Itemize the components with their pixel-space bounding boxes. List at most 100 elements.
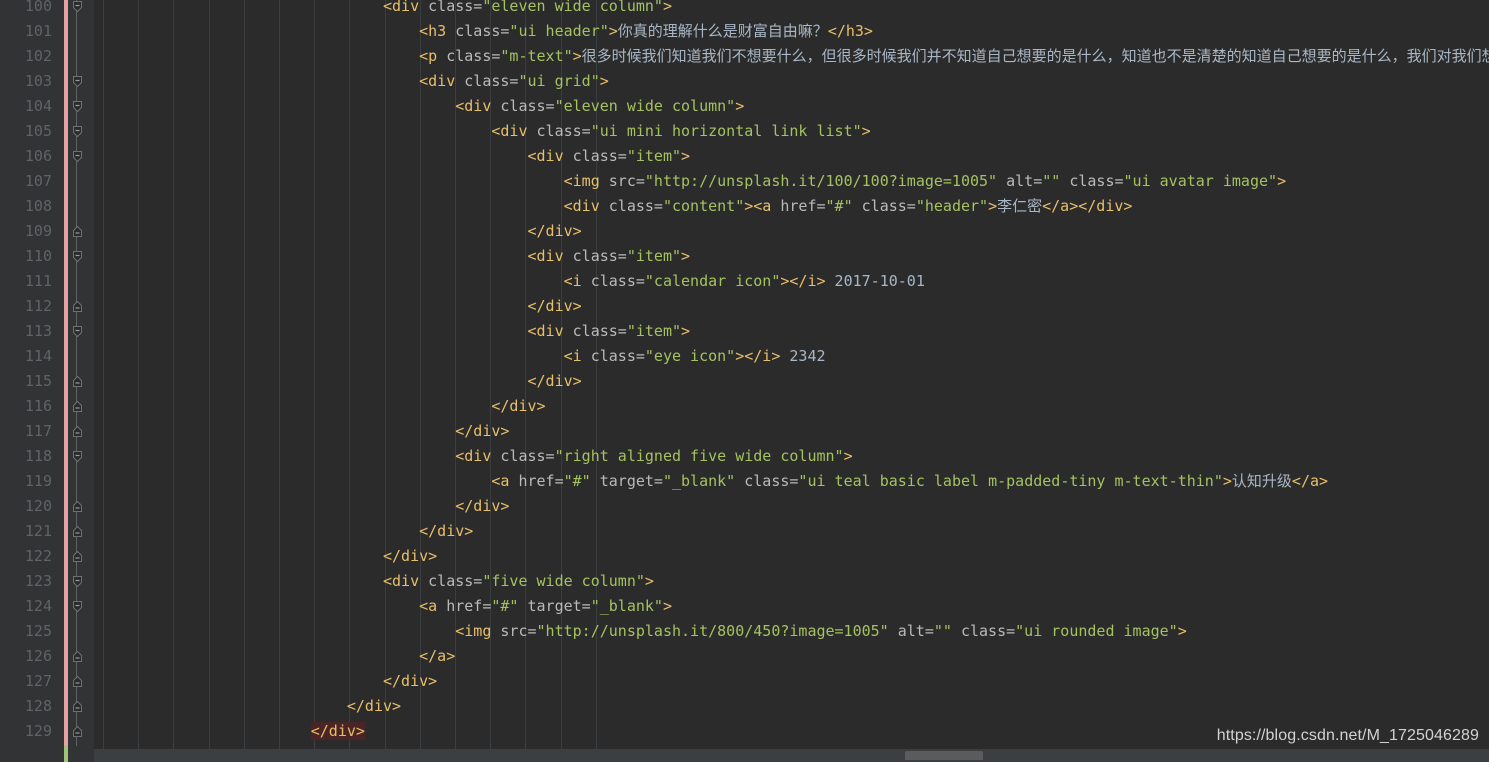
code-line[interactable]: <div class="content"><a href="#" class="…: [94, 194, 1489, 219]
fold-region-end-icon[interactable]: [70, 724, 85, 739]
line-content[interactable]: <div class="content"><a href="#" class="…: [564, 197, 1133, 215]
fold-region-end-icon[interactable]: [70, 549, 85, 564]
line-content[interactable]: <div class="eleven wide column">: [455, 97, 744, 115]
code-lines[interactable]: <div class="eleven wide column"> <h3 cla…: [94, 0, 1489, 744]
fold-region-end-icon[interactable]: [70, 299, 85, 314]
line-content[interactable]: <div class="ui grid">: [419, 72, 609, 90]
line-content[interactable]: <img src="http://unsplash.it/100/100?ima…: [564, 172, 1286, 190]
code-folding-column[interactable]: [68, 0, 94, 762]
line-content[interactable]: <div class="item">: [527, 247, 690, 265]
code-line[interactable]: <a href="#" target="_blank" class="ui te…: [94, 469, 1489, 494]
fold-region-end-icon[interactable]: [70, 699, 85, 714]
line-content[interactable]: <h3 class="ui header">你真的理解什么是财富自由嘛？</h3…: [419, 22, 873, 40]
line-content[interactable]: </div>: [527, 297, 581, 315]
code-line[interactable]: <h3 class="ui header">你真的理解什么是财富自由嘛？</h3…: [94, 19, 1489, 44]
horizontal-scrollbar-thumb[interactable]: [905, 751, 983, 760]
token-attr: class=: [428, 572, 483, 590]
line-content[interactable]: </div>: [455, 422, 509, 440]
fold-region-end-icon[interactable]: [70, 399, 85, 414]
code-line[interactable]: <div class="right aligned five wide colu…: [94, 444, 1489, 469]
line-content[interactable]: <img src="http://unsplash.it/800/450?ima…: [455, 622, 1187, 640]
code-line[interactable]: <div class="ui mini horizontal link list…: [94, 119, 1489, 144]
code-editor[interactable]: 100 101 102 103 104 105 106 107 108 109 110 111 112 1…: [0, 0, 1489, 762]
line-content[interactable]: </div>: [419, 522, 473, 540]
code-line[interactable]: <div class="five wide column">: [94, 569, 1489, 594]
token-val: "calendar icon": [644, 272, 781, 290]
line-content[interactable]: </a>: [419, 647, 455, 665]
fold-expand-icon[interactable]: [70, 99, 85, 114]
code-line[interactable]: <div class="item">: [94, 144, 1489, 169]
fold-region-end-icon[interactable]: [70, 224, 85, 239]
line-content[interactable]: <i class="calendar icon"></i> 2017-10-01: [564, 272, 925, 290]
code-line[interactable]: </div>: [94, 544, 1489, 569]
token-tag: </div>: [346, 697, 402, 715]
code-line[interactable]: </div>: [94, 394, 1489, 419]
code-line[interactable]: <img src="http://unsplash.it/800/450?ima…: [94, 619, 1489, 644]
line-content[interactable]: </div>: [347, 697, 401, 715]
token-val: "eye icon": [644, 347, 736, 365]
fold-expand-icon[interactable]: [70, 249, 85, 264]
line-content[interactable]: <i class="eye icon"></i> 2342: [564, 347, 826, 365]
fold-region-end-icon[interactable]: [70, 649, 85, 664]
fold-expand-icon[interactable]: [70, 124, 85, 139]
line-content[interactable]: </div>: [310, 722, 365, 740]
code-line[interactable]: </div>: [94, 294, 1489, 319]
code-text-area[interactable]: <div class="eleven wide column"> <h3 cla…: [94, 0, 1489, 762]
line-content[interactable]: </div>: [527, 372, 581, 390]
token-val: "item": [626, 147, 682, 165]
line-content[interactable]: <div class="right aligned five wide colu…: [455, 447, 852, 465]
line-content[interactable]: <div class="five wide column">: [383, 572, 654, 590]
fold-region-end-icon[interactable]: [70, 374, 85, 389]
token-tag: >: [843, 447, 853, 465]
code-line[interactable]: <div class="eleven wide column">: [94, 0, 1489, 19]
code-line[interactable]: <p class="m-text">很多时候我们知道我们不想要什么，但很多时候我…: [94, 44, 1489, 69]
line-content[interactable]: </div>: [383, 547, 437, 565]
line-content[interactable]: </div>: [527, 222, 581, 240]
code-line[interactable]: </div>: [94, 519, 1489, 544]
code-line[interactable]: </div>: [94, 669, 1489, 694]
line-number: 122: [24, 547, 52, 565]
line-content[interactable]: <a href="#" target="_blank">: [419, 597, 672, 615]
token-attr: class=: [572, 147, 627, 165]
code-line[interactable]: <div class="ui grid">: [94, 69, 1489, 94]
line-content[interactable]: </div>: [491, 397, 545, 415]
code-line[interactable]: <div class="item">: [94, 319, 1489, 344]
token-attr: href=: [518, 472, 564, 490]
code-line[interactable]: </div>: [94, 694, 1489, 719]
fold-region-end-icon[interactable]: [70, 424, 85, 439]
fold-expand-icon[interactable]: [70, 324, 85, 339]
code-line[interactable]: </a>: [94, 644, 1489, 669]
code-line[interactable]: </div>: [94, 494, 1489, 519]
line-content[interactable]: <div class="ui mini horizontal link list…: [491, 122, 870, 140]
fold-expand-icon[interactable]: [70, 149, 85, 164]
fold-region-end-icon[interactable]: [70, 674, 85, 689]
fold-region-end-icon[interactable]: [70, 524, 85, 539]
fold-expand-icon[interactable]: [70, 0, 85, 14]
code-line[interactable]: </div>: [94, 219, 1489, 244]
line-content[interactable]: <p class="m-text">很多时候我们知道我们不想要什么，但很多时候我…: [419, 47, 1489, 65]
line-content[interactable]: <div class="eleven wide column">: [383, 0, 672, 15]
fold-expand-icon[interactable]: [70, 449, 85, 464]
line-number: 107: [24, 172, 52, 190]
code-line[interactable]: </div>: [94, 419, 1489, 444]
fold-region-end-icon[interactable]: [70, 499, 85, 514]
code-line[interactable]: <i class="calendar icon"></i> 2017-10-01: [94, 269, 1489, 294]
code-line[interactable]: <img src="http://unsplash.it/100/100?ima…: [94, 169, 1489, 194]
token-tag: </div>: [455, 422, 510, 440]
fold-expand-icon[interactable]: [70, 574, 85, 589]
code-line[interactable]: </div>: [94, 369, 1489, 394]
line-content[interactable]: <div class="item">: [527, 147, 690, 165]
line-content[interactable]: </div>: [383, 672, 437, 690]
code-line[interactable]: <a href="#" target="_blank">: [94, 594, 1489, 619]
code-line[interactable]: <div class="eleven wide column">: [94, 94, 1489, 119]
line-content[interactable]: <a href="#" target="_blank" class="ui te…: [491, 472, 1328, 490]
fold-expand-icon[interactable]: [70, 74, 85, 89]
code-line[interactable]: <i class="eye icon"></i> 2342: [94, 344, 1489, 369]
code-line[interactable]: <div class="item">: [94, 244, 1489, 269]
line-content[interactable]: <div class="item">: [527, 322, 690, 340]
horizontal-scrollbar[interactable]: [94, 749, 1489, 762]
line-content[interactable]: </div>: [455, 497, 509, 515]
fold-expand-icon[interactable]: [70, 599, 85, 614]
line-number-column: 100 101 102 103 104 105 106 107 108 109 110 111 112 1…: [0, 0, 58, 744]
